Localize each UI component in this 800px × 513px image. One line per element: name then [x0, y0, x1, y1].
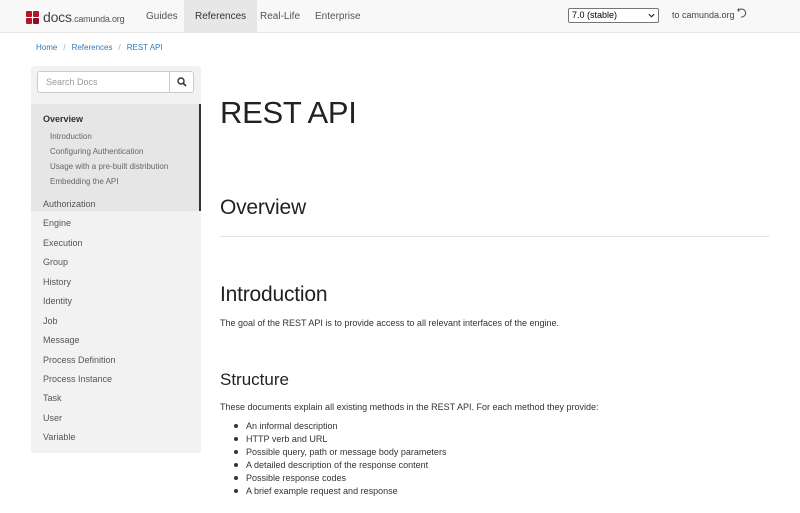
list-item: A brief example request and response: [234, 485, 446, 498]
sidebar-item-process-definition[interactable]: Process Definition: [43, 355, 116, 365]
breadcrumb-home[interactable]: Home: [36, 43, 57, 52]
introduction-text: The goal of the REST API is to provide a…: [220, 318, 560, 328]
chevron-down-icon: [648, 13, 655, 18]
sidebar-item-process-instance[interactable]: Process Instance: [43, 374, 112, 384]
sidebar-subitem-configuring-authentication[interactable]: Configuring Authentication: [50, 147, 143, 156]
brand-link[interactable]: docs.camunda.org: [26, 7, 125, 27]
to-camunda-label: to camunda.org: [672, 10, 735, 20]
sidebar-subitem-embedding-api[interactable]: Embedding the API: [50, 177, 119, 186]
active-indicator: [199, 104, 201, 211]
sidebar-item-variable[interactable]: Variable: [43, 432, 75, 442]
to-camunda-link[interactable]: to camunda.org: [672, 7, 747, 20]
sidebar-item-overview[interactable]: Overview: [43, 114, 83, 124]
return-arrow-icon: [736, 7, 746, 18]
list-item: Possible response codes: [234, 472, 446, 485]
search-icon: [176, 77, 187, 87]
search-input[interactable]: [37, 71, 170, 93]
brand-name: docs.camunda.org: [43, 9, 125, 25]
divider: [220, 236, 770, 237]
sidebar-item-execution[interactable]: Execution: [43, 238, 83, 248]
breadcrumb-rest-api[interactable]: REST API: [127, 43, 163, 52]
sidebar-item-identity[interactable]: Identity: [43, 296, 72, 306]
structure-heading: Structure: [220, 370, 289, 389]
top-navbar: docs.camunda.org Guides References Real-…: [0, 0, 800, 33]
sidebar-item-user[interactable]: User: [43, 413, 62, 423]
structure-text: These documents explain all existing met…: [220, 402, 599, 412]
breadcrumb-references[interactable]: References: [72, 43, 113, 52]
sidebar-item-message[interactable]: Message: [43, 335, 80, 345]
sidebar-item-engine[interactable]: Engine: [43, 218, 71, 228]
structure-list: An informal description HTTP verb and UR…: [234, 420, 446, 498]
breadcrumb-separator: /: [118, 43, 121, 52]
version-select-value: 7.0 (stable): [572, 10, 618, 20]
overview-heading: Overview: [220, 196, 306, 219]
sidebar-item-task[interactable]: Task: [43, 393, 62, 403]
camunda-logo-icon: [26, 10, 39, 24]
nav-real-life[interactable]: Real-Life: [249, 0, 311, 33]
sidebar-item-authorization[interactable]: Authorization: [43, 199, 96, 209]
sidebar: Overview Introduction Configuring Authen…: [31, 66, 201, 453]
list-item: An informal description: [234, 420, 446, 433]
list-item: A detailed description of the response c…: [234, 459, 446, 472]
nav-guides[interactable]: Guides: [135, 0, 189, 33]
sidebar-item-history[interactable]: History: [43, 277, 71, 287]
sidebar-subitem-introduction[interactable]: Introduction: [50, 132, 92, 141]
search-button[interactable]: [169, 71, 194, 93]
nav-references[interactable]: References: [184, 0, 258, 33]
sidebar-item-group[interactable]: Group: [43, 257, 68, 267]
sidebar-item-job[interactable]: Job: [43, 316, 58, 326]
search-box: [37, 71, 194, 93]
breadcrumb-separator: /: [63, 43, 66, 52]
nav-enterprise[interactable]: Enterprise: [304, 0, 372, 33]
sidebar-subitem-pre-built-distribution[interactable]: Usage with a pre-built distribution: [50, 162, 168, 171]
list-item: Possible query, path or message body par…: [234, 446, 446, 459]
breadcrumb: Home / References / REST API: [36, 43, 163, 52]
list-item: HTTP verb and URL: [234, 433, 446, 446]
introduction-heading: Introduction: [220, 283, 328, 306]
version-select[interactable]: 7.0 (stable): [568, 8, 659, 23]
page-title: REST API: [220, 95, 357, 130]
